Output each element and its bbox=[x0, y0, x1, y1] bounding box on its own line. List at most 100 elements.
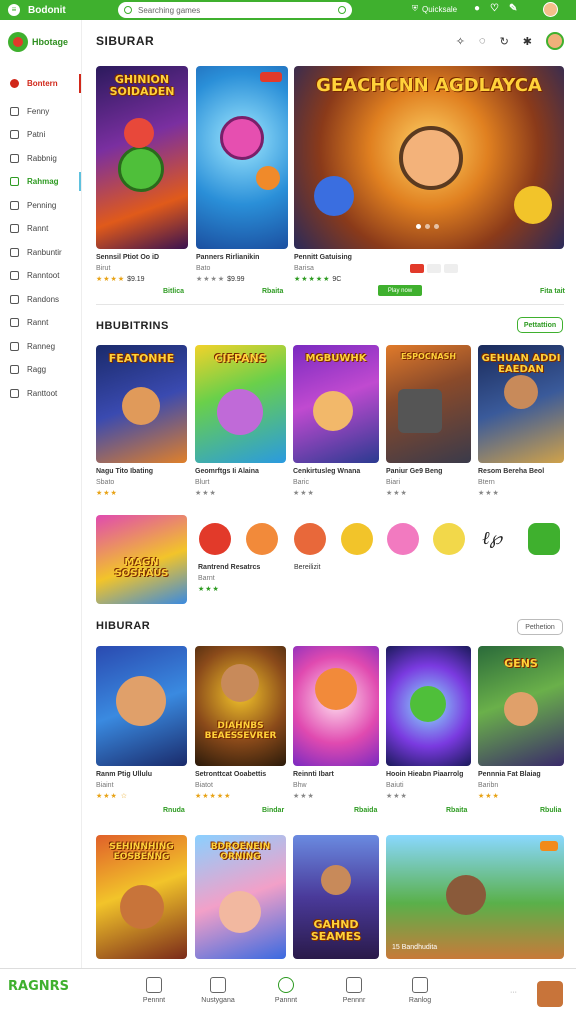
game-card[interactable]: GEHUAN ADDI EAEDAN bbox=[478, 345, 564, 463]
emoji-sticker[interactable] bbox=[294, 523, 326, 555]
rating-stars: ★★★ bbox=[293, 793, 315, 801]
game-title: Pennnia Fat Blaiag bbox=[478, 771, 541, 778]
menu-icon[interactable]: ≡ bbox=[8, 4, 20, 16]
bottom-nav-item-0[interactable]: Pennnt bbox=[124, 977, 184, 1004]
sidebar-item-13[interactable]: Ranttoot bbox=[0, 382, 81, 406]
emoji-sticker[interactable] bbox=[341, 523, 373, 555]
clock-icon bbox=[10, 224, 19, 234]
game-card[interactable] bbox=[96, 646, 187, 766]
notification-icon[interactable]: ● bbox=[474, 3, 480, 14]
edit-icon[interactable]: ✎ bbox=[509, 3, 517, 14]
variant-selector[interactable] bbox=[410, 264, 458, 273]
bottom-nav-item-4[interactable]: Ranlog bbox=[390, 977, 450, 1004]
section-action-button[interactable]: Pethetion bbox=[517, 619, 563, 635]
sidebar-item-4[interactable]: Rahmag bbox=[0, 170, 81, 194]
featured-meta-2: Pennitt Gatuising Barisa ★★★★★ 9C bbox=[294, 252, 352, 286]
bottom-nav-item-3[interactable]: Pennnr bbox=[324, 977, 384, 1004]
emoji-sticker[interactable] bbox=[387, 523, 419, 555]
game-card[interactable]: GAHND SEAMES bbox=[293, 835, 379, 959]
game-card[interactable]: DIAHNBS BEAESSEVRER bbox=[195, 646, 286, 766]
sidebar-item-8[interactable]: Ranntoot bbox=[0, 264, 81, 288]
check-icon[interactable] bbox=[528, 523, 560, 555]
game-title: Resom Bereha Beol bbox=[478, 468, 545, 475]
price-label: Bitlica bbox=[163, 288, 185, 295]
game-title: Hooin Hieabn Piaarrolg bbox=[386, 771, 464, 778]
sidebar-brand[interactable]: Hbotage bbox=[0, 20, 81, 64]
tag-icon bbox=[10, 341, 19, 351]
game-banner[interactable]: 15 Bandhudita bbox=[386, 835, 564, 959]
price-label: Rbaita bbox=[262, 288, 284, 295]
game-card[interactable]: CIFPANS bbox=[195, 345, 286, 463]
sidebar-item-label: Penning bbox=[27, 200, 57, 210]
play-now-button[interactable]: Play now bbox=[378, 285, 422, 296]
game-title: Ranm Ptig Ullulu bbox=[96, 771, 152, 778]
game-token bbox=[314, 176, 354, 216]
status-indicator[interactable]: ⛨ Quicksale bbox=[412, 4, 457, 14]
sidebar-item-11[interactable]: Ranneg bbox=[0, 335, 81, 359]
bottom-nav-item-1[interactable]: Nustygana bbox=[188, 977, 248, 1004]
game-title: Panners Rirlianikin bbox=[196, 254, 260, 261]
more-icon[interactable]: ··· bbox=[510, 989, 517, 996]
game-card[interactable]: MGBUWHK bbox=[293, 345, 379, 463]
game-character bbox=[399, 126, 463, 190]
chat-icon[interactable]: ◌ bbox=[479, 35, 486, 47]
game-token bbox=[514, 186, 552, 224]
logo-sticker[interactable]: ℓ℘ bbox=[482, 528, 502, 549]
bottom-logo[interactable]: RAGNRS bbox=[8, 979, 69, 994]
bottom-avatar[interactable] bbox=[537, 981, 563, 1007]
section-title: HIBURAR bbox=[96, 620, 151, 632]
sidebar-item-label: Ragg bbox=[27, 365, 47, 375]
featured-card-1[interactable] bbox=[196, 66, 288, 249]
emoji-sticker[interactable] bbox=[433, 523, 465, 555]
sidebar-item-1[interactable]: Fenny bbox=[0, 100, 81, 124]
profile-avatar[interactable] bbox=[546, 32, 564, 50]
game-card[interactable]: FEATONHE bbox=[96, 345, 187, 463]
home-icon bbox=[10, 79, 19, 89]
game-card[interactable]: BDROENEIN ORNING bbox=[195, 835, 286, 959]
game-art-title: MGBUWHK bbox=[305, 353, 367, 364]
sidebar-item-5[interactable]: Penning bbox=[0, 194, 81, 218]
sale-badge bbox=[260, 72, 282, 82]
sidebar-item-6[interactable]: Rannt bbox=[0, 217, 81, 241]
sidebar-item-0[interactable]: Bontern bbox=[0, 72, 81, 96]
sidebar-item-10[interactable]: Rannt bbox=[0, 311, 81, 335]
rating-stars: ★★★ bbox=[386, 793, 408, 801]
sidebar-item-7[interactable]: Ranbuntir bbox=[0, 241, 81, 265]
rating-stars: ★★★★ bbox=[196, 276, 226, 284]
heart-icon[interactable]: ♡ bbox=[490, 3, 499, 14]
game-price-meta: 9C bbox=[332, 276, 342, 284]
game-card[interactable] bbox=[386, 646, 471, 766]
game-character bbox=[504, 692, 538, 726]
carousel-dots[interactable] bbox=[416, 224, 439, 229]
section-title: HBUBITRINS bbox=[96, 320, 169, 332]
search-bar[interactable]: Searching games bbox=[118, 2, 352, 18]
rating-stars: ★★★ bbox=[195, 490, 217, 498]
sidebar-item-12[interactable]: Ragg bbox=[0, 358, 81, 382]
emoji-sticker[interactable] bbox=[246, 523, 278, 555]
bottom-nav-item-2[interactable]: Pannnt bbox=[256, 977, 316, 1004]
featured-hero-banner[interactable]: GEACHCNN AGDLAYCA bbox=[294, 66, 564, 249]
puzzle-icon[interactable]: ✱ bbox=[523, 35, 532, 48]
game-card[interactable]: GENS bbox=[478, 646, 564, 766]
sparkle-icon[interactable]: ✧ bbox=[456, 35, 465, 48]
game-card[interactable] bbox=[293, 646, 379, 766]
game-card-wide[interactable]: MAGN SOSHAUS bbox=[96, 515, 187, 604]
sidebar-item-9[interactable]: Randons bbox=[0, 288, 81, 312]
sidebar-item-label: Rahmag bbox=[27, 177, 59, 187]
refresh-icon[interactable]: ↻ bbox=[500, 35, 509, 48]
game-art-title: GEACHCNN AGDLAYCA bbox=[316, 75, 542, 96]
game-title: Paniur Ge9 Beng bbox=[386, 468, 443, 475]
voice-icon[interactable] bbox=[338, 6, 346, 14]
emoji-sticker[interactable] bbox=[199, 523, 231, 555]
section-action-button[interactable]: Pettattion bbox=[517, 317, 563, 333]
game-art-title: SEHINNHING EOSBENNG bbox=[109, 842, 174, 862]
sidebar-item-3[interactable]: Rabbnig bbox=[0, 147, 81, 171]
sidebar-item-label: Ranntoot bbox=[27, 271, 60, 281]
game-card[interactable]: SEHINNHING EOSBENNG bbox=[96, 835, 187, 959]
sidebar-item-2[interactable]: Patni bbox=[0, 123, 81, 147]
game-card[interactable]: ESPOCNASH bbox=[386, 345, 471, 463]
home-circle-icon bbox=[278, 977, 294, 993]
sidebar-item-label: Rannt bbox=[27, 224, 49, 234]
featured-card-0[interactable]: GHINION SOIDADEN bbox=[96, 66, 188, 249]
user-avatar[interactable] bbox=[543, 2, 558, 17]
